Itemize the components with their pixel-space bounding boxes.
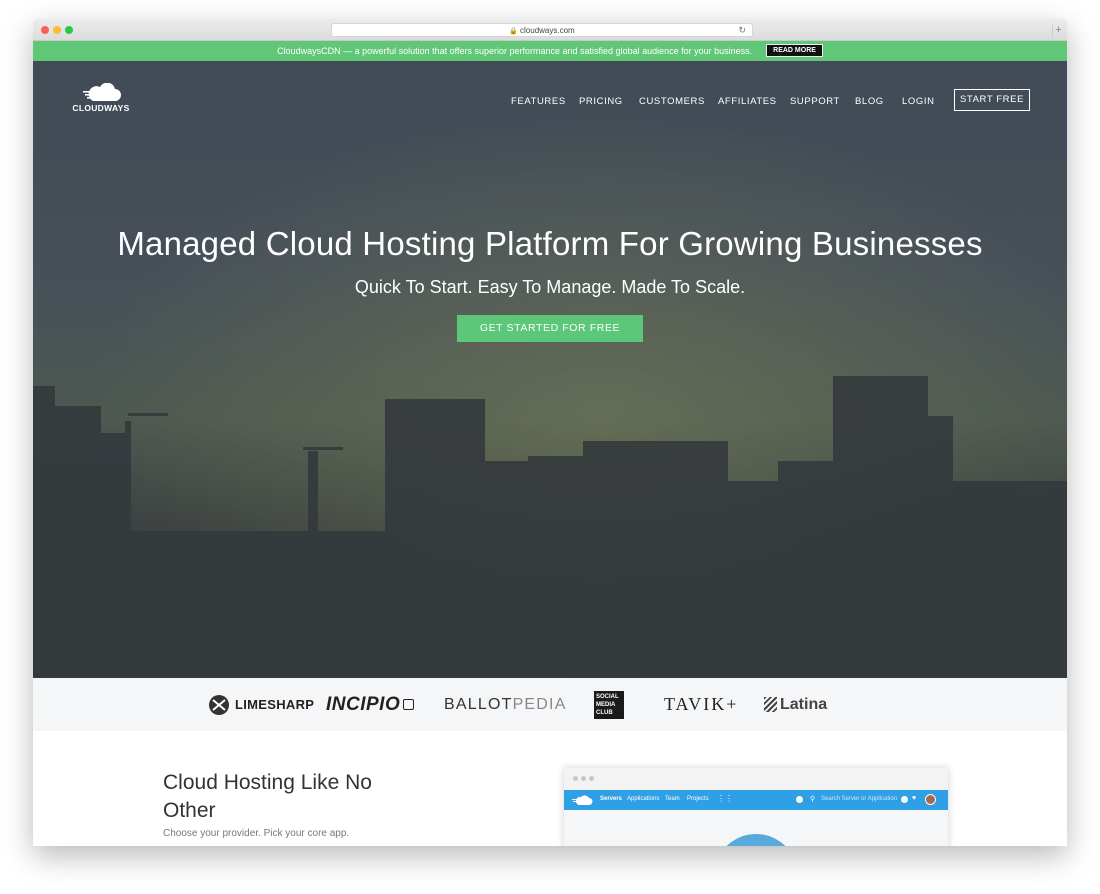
ballotpedia-text-pedia: PEDIA <box>512 695 567 713</box>
add-icon[interactable] <box>796 796 803 803</box>
platform-mockup: Servers Applications Team Projects ⋮⋮ ⚲ … <box>564 768 948 846</box>
limesharp-logo: LIMESHARP <box>207 678 314 731</box>
nav-pricing[interactable]: PRICING <box>579 95 623 109</box>
search-icon: ⚲ <box>810 796 816 803</box>
limesharp-text: LIMESHARP <box>235 697 315 712</box>
logo-text: CLOUDWAYS <box>72 103 130 113</box>
section-title: Cloud Hosting Like No Other <box>163 771 372 822</box>
heart-icon[interactable]: ♥ <box>912 795 916 802</box>
smc-line-3: CLUB <box>596 709 613 716</box>
hero-subtitle: Quick To Start. Easy To Manage. Made To … <box>354 277 746 297</box>
nav-blog[interactable]: BLOG <box>855 95 884 109</box>
browser-window: 🔒 cloudways.com ↻ + CloudwaysCDN — a powe… <box>33 19 1067 846</box>
mockup-nav-team[interactable]: Team <box>665 796 680 802</box>
mockup-titlebar <box>564 768 948 790</box>
apps-grid-icon[interactable]: ⋮⋮ <box>717 794 733 803</box>
incipio-text: INCIPIO <box>326 693 401 715</box>
social-media-club-logo: SOCIAL MEDIA CLUB <box>594 678 624 731</box>
cloud-icon <box>83 82 121 101</box>
mockup-nav-applications[interactable]: Applications <box>627 796 659 802</box>
latina-logo: Latina <box>764 678 827 731</box>
start-free-button[interactable]: START FREE <box>954 89 1030 111</box>
mockup-dot <box>581 776 586 781</box>
nav-support[interactable]: SUPPORT <box>790 95 840 109</box>
cloudways-logo[interactable]: CLOUDWAYS <box>69 82 133 115</box>
mockup-nav-servers[interactable]: Servers <box>600 796 622 802</box>
limesharp-icon <box>209 694 229 715</box>
smc-line-1: SOCIAL <box>596 693 619 700</box>
mockup-circle-graphic <box>714 834 798 846</box>
close-window-button[interactable] <box>41 26 49 34</box>
latina-mark-icon <box>764 697 777 712</box>
smc-line-2: MEDIA <box>596 701 616 708</box>
features-section: Cloud Hosting Like No Other Choose your … <box>33 731 1067 846</box>
hero-section: CLOUDWAYS FEATURES PRICING CUSTOMERS AFF… <box>33 61 1067 678</box>
latina-text: Latina <box>780 695 828 713</box>
help-icon[interactable] <box>901 796 908 803</box>
ballotpedia-logo: BALLOT PEDIA <box>444 678 567 731</box>
nav-customers[interactable]: CUSTOMERS <box>639 95 705 109</box>
minimize-window-button[interactable] <box>53 26 61 34</box>
read-more-button[interactable]: READ MORE <box>766 44 823 58</box>
promo-banner: CloudwaysCDN — a powerful solution that … <box>33 41 1067 61</box>
new-tab-button[interactable]: + <box>1052 25 1064 37</box>
nav-features[interactable]: FEATURES <box>511 95 566 109</box>
client-logos-strip: LIMESHARP INCIPIO BALLOT PEDIA SOCIAL MED… <box>33 678 1067 731</box>
mockup-cloud-icon <box>572 795 593 805</box>
hero-title: Managed Cloud Hosting Platform For Growi… <box>117 225 983 262</box>
hero-overlay <box>33 61 1067 678</box>
incipio-logo: INCIPIO <box>326 678 415 731</box>
lock-icon: 🔒 <box>509 28 519 35</box>
promo-text: CloudwaysCDN — a powerful solution that … <box>277 46 753 56</box>
incipio-mark-icon <box>403 699 415 710</box>
mockup-nav-projects[interactable]: Projects <box>687 796 709 802</box>
mockup-body <box>564 810 948 846</box>
nav-login[interactable]: LOGIN <box>902 95 935 109</box>
get-started-button[interactable]: GET STARTED FOR FREE <box>457 315 643 342</box>
avatar[interactable] <box>925 794 936 805</box>
address-url: cloudways.com <box>520 26 575 35</box>
mockup-navbar: Servers Applications Team Projects ⋮⋮ ⚲ … <box>564 790 948 810</box>
reload-icon[interactable]: ↻ <box>738 24 746 37</box>
nav-affiliates[interactable]: AFFILIATES <box>718 95 777 109</box>
mockup-search-input[interactable]: Search Server or Application <box>821 796 897 802</box>
tavik-text: TAVIK+ <box>664 694 739 714</box>
mockup-dot <box>589 776 594 781</box>
section-subtitle: Choose your provider. Pick your core app… <box>163 828 350 839</box>
address-bar[interactable]: 🔒 cloudways.com ↻ <box>331 23 753 37</box>
smc-badge: SOCIAL MEDIA CLUB <box>594 690 624 719</box>
tavik-logo: TAVIK+ <box>664 678 738 731</box>
ballotpedia-text-ballot: BALLOT <box>444 695 513 713</box>
maximize-window-button[interactable] <box>65 26 73 34</box>
mockup-dot <box>573 776 578 781</box>
browser-toolbar: 🔒 cloudways.com ↻ + <box>33 19 1067 41</box>
